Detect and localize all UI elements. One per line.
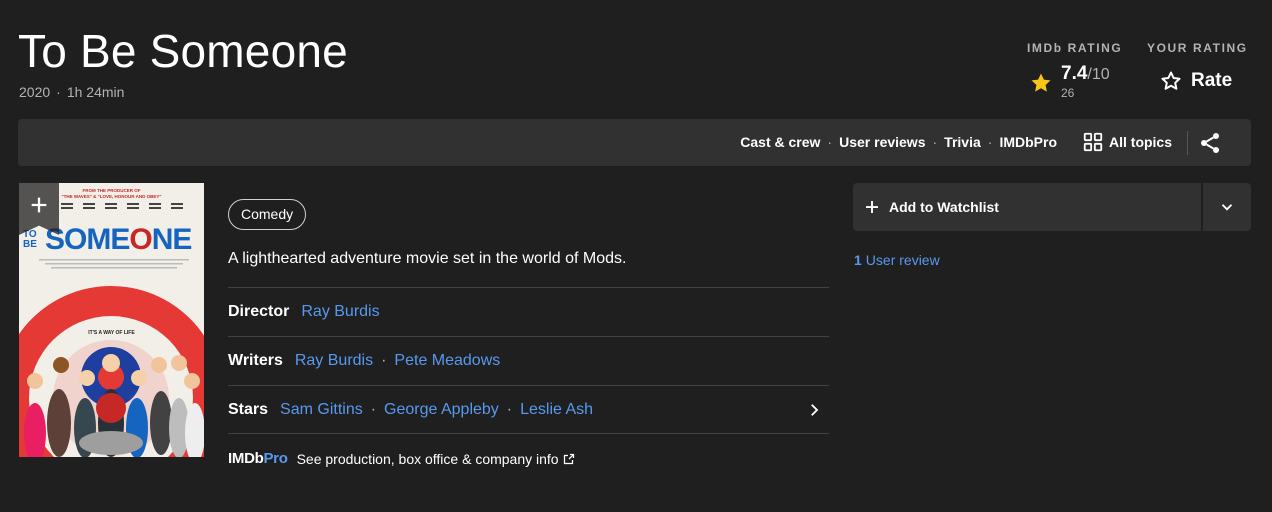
credit-label-writers[interactable]: Writers <box>228 352 283 370</box>
grid-icon <box>1083 132 1103 152</box>
poster-title-small: TO BE <box>23 229 37 250</box>
subnav-separator: · <box>827 134 833 150</box>
plus-icon <box>31 197 47 213</box>
subnav-link-imdbpro[interactable]: IMDbPro <box>999 134 1057 150</box>
poster-title-o: O <box>129 223 152 256</box>
star-filled-icon <box>1031 73 1051 92</box>
subnav-link-cast-crew[interactable]: Cast & crew <box>740 134 820 150</box>
credit-row-director: Director Ray Burdis <box>228 287 829 336</box>
credit-row-writers: Writers Ray Burdis · Pete Meadows <box>228 336 829 385</box>
subnav-link-trivia[interactable]: Trivia <box>944 134 981 150</box>
runtime: 1h 24min <box>66 84 125 100</box>
imdb-rating-block[interactable]: IMDb RATING 7.4/10 26 <box>1027 41 1122 100</box>
your-rating-label: YOUR RATING <box>1147 41 1248 55</box>
star-outline-icon <box>1161 71 1181 90</box>
external-link-icon <box>563 453 574 464</box>
chevron-right-icon[interactable] <box>805 401 823 419</box>
credit-link[interactable]: Ray Burdis <box>295 352 373 370</box>
poster-fine-print <box>39 259 189 269</box>
imdbpro-logo: IMDbPro <box>228 450 288 467</box>
credit-link[interactable]: Ray Burdis <box>301 303 379 321</box>
share-icon[interactable] <box>1198 131 1222 155</box>
rate-button[interactable]: Rate <box>1159 69 1248 93</box>
subnav-link-user-reviews[interactable]: User reviews <box>839 134 925 150</box>
title-meta: 2020 · 1h 24min <box>19 84 124 100</box>
page-title: To Be Someone <box>18 25 348 77</box>
plus-icon <box>866 201 878 213</box>
subnav-links: Cast & crew · User reviews · Trivia · IM… <box>740 134 1057 150</box>
add-to-watchlist-button[interactable]: Add to Watchlist <box>853 183 1201 231</box>
watchlist-dropdown-button[interactable] <box>1203 183 1251 231</box>
rate-label: Rate <box>1191 70 1233 91</box>
poster-image[interactable]: FROM THE PRODUCER OF "THE WAVES" & "LOVE… <box>19 183 204 457</box>
title-subnav: Cast & crew · User reviews · Trivia · IM… <box>18 119 1251 166</box>
plot-summary: A lighthearted adventure movie set in th… <box>228 250 627 267</box>
poster-target-graphic <box>19 286 204 457</box>
poster-tagline: IT'S A WAY OF LIFE <box>88 330 135 336</box>
chevron-down-icon <box>1221 204 1233 211</box>
poster-title-ne: NE <box>151 223 193 256</box>
credit-separator: · <box>381 352 387 369</box>
subnav-separator: · <box>987 134 993 150</box>
add-to-watchlist-label: Add to Watchlist <box>889 199 999 215</box>
credit-separator: · <box>370 400 377 418</box>
all-topics-label: All topics <box>1109 134 1173 150</box>
principal-credits: Director Ray Burdis Writers Ray Burdis ·… <box>228 287 829 434</box>
user-review-label: User review <box>865 252 940 268</box>
genre-chip-comedy[interactable]: Comedy <box>228 199 307 230</box>
all-topics-button[interactable]: All topics <box>1082 131 1172 153</box>
user-review-count: 1 <box>854 252 862 268</box>
credit-link[interactable]: Sam Gittins <box>280 401 363 419</box>
subnav-separator: · <box>932 134 938 150</box>
watchlist-control: Add to Watchlist <box>853 183 1251 231</box>
your-rating-block: YOUR RATING Rate <box>1147 41 1248 93</box>
rating-value: 7.4 <box>1061 63 1088 84</box>
credit-link[interactable]: Leslie Ash <box>520 401 593 419</box>
credit-link[interactable]: Pete Meadows <box>394 352 500 370</box>
credit-link[interactable]: George Appleby <box>384 401 499 419</box>
rating-out-of: /10 <box>1087 66 1110 83</box>
poster-cast-names <box>61 203 183 209</box>
imdbpro-link[interactable]: IMDbPro See production, box office & com… <box>228 450 575 467</box>
imdbpro-text: See production, box office & company inf… <box>296 450 559 467</box>
release-year[interactable]: 2020 <box>19 84 50 100</box>
rating-count: 26 <box>1061 86 1075 100</box>
meta-separator: · <box>56 84 61 100</box>
credit-label-stars[interactable]: Stars <box>228 401 268 419</box>
subnav-divider <box>1187 131 1188 155</box>
user-review-link[interactable]: 1 User review <box>854 252 940 268</box>
credit-label-director[interactable]: Director <box>228 303 289 321</box>
credit-separator: · <box>506 400 513 418</box>
imdb-rating-label: IMDb RATING <box>1027 41 1123 55</box>
credit-row-stars[interactable]: Stars Sam Gittins · George Appleby · Les… <box>228 385 829 434</box>
